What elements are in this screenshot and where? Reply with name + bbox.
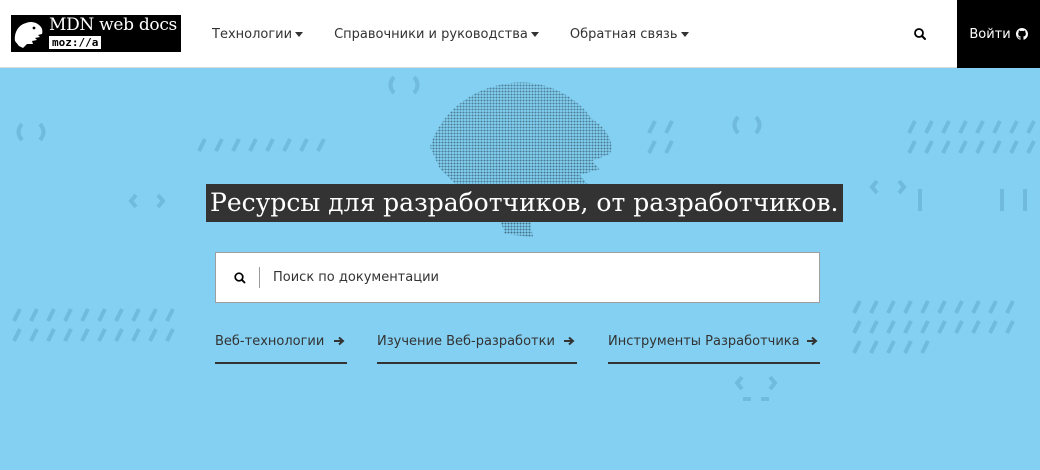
chevron-down-icon <box>680 31 689 37</box>
link-developer-tools-label: Инструменты Разработчика <box>608 334 800 349</box>
github-icon <box>1015 28 1028 40</box>
link-web-technologies-label: Веб-технологии <box>215 334 325 349</box>
logo-wordmark: MDN web docs <box>49 15 177 35</box>
mdn-dino-logo-icon <box>11 15 47 52</box>
link-developer-tools[interactable]: Инструменты Разработчика <box>608 334 820 364</box>
nav-technologies-label: Технологии <box>212 26 293 42</box>
nav-references-guides[interactable]: Справочники и руководства <box>334 27 539 42</box>
arrow-right-icon <box>334 336 345 346</box>
signin-button[interactable]: Войти <box>957 0 1040 68</box>
mozilla-wordmark: moz://a <box>49 36 102 49</box>
hero-headline: Ресурсы для разработчиков, от разработчи… <box>206 184 843 222</box>
docs-search-input[interactable] <box>273 262 793 293</box>
arrow-right-icon <box>564 336 575 346</box>
signin-label: Войти <box>969 26 1011 42</box>
mdn-logo-link[interactable]: MDN web docs moz://a <box>11 15 181 52</box>
main-nav: Технологии Справочники и руководства Обр… <box>212 0 720 68</box>
chevron-down-icon <box>530 31 539 37</box>
link-learn-web-dev[interactable]: Изучение Веб-разработки <box>377 334 577 364</box>
arrow-right-icon <box>807 336 818 346</box>
search-separator <box>259 267 260 288</box>
link-learn-web-dev-label: Изучение Веб-разработки <box>377 334 555 349</box>
hero-search-box[interactable] <box>215 252 820 303</box>
nav-feedback[interactable]: Обратная связь <box>570 27 689 42</box>
nav-technologies[interactable]: Технологии <box>212 26 304 42</box>
search-icon <box>234 271 246 283</box>
site-header: MDN web docs moz://a Технологии Справочн… <box>0 0 1040 68</box>
search-icon <box>914 28 926 40</box>
link-web-technologies[interactable]: Веб-технологии <box>215 334 347 364</box>
chevron-down-icon <box>295 31 304 37</box>
nav-references-guides-label: Справочники и руководства <box>334 26 528 42</box>
header-search-button[interactable] <box>910 24 930 44</box>
nav-feedback-label: Обратная связь <box>569 26 678 42</box>
